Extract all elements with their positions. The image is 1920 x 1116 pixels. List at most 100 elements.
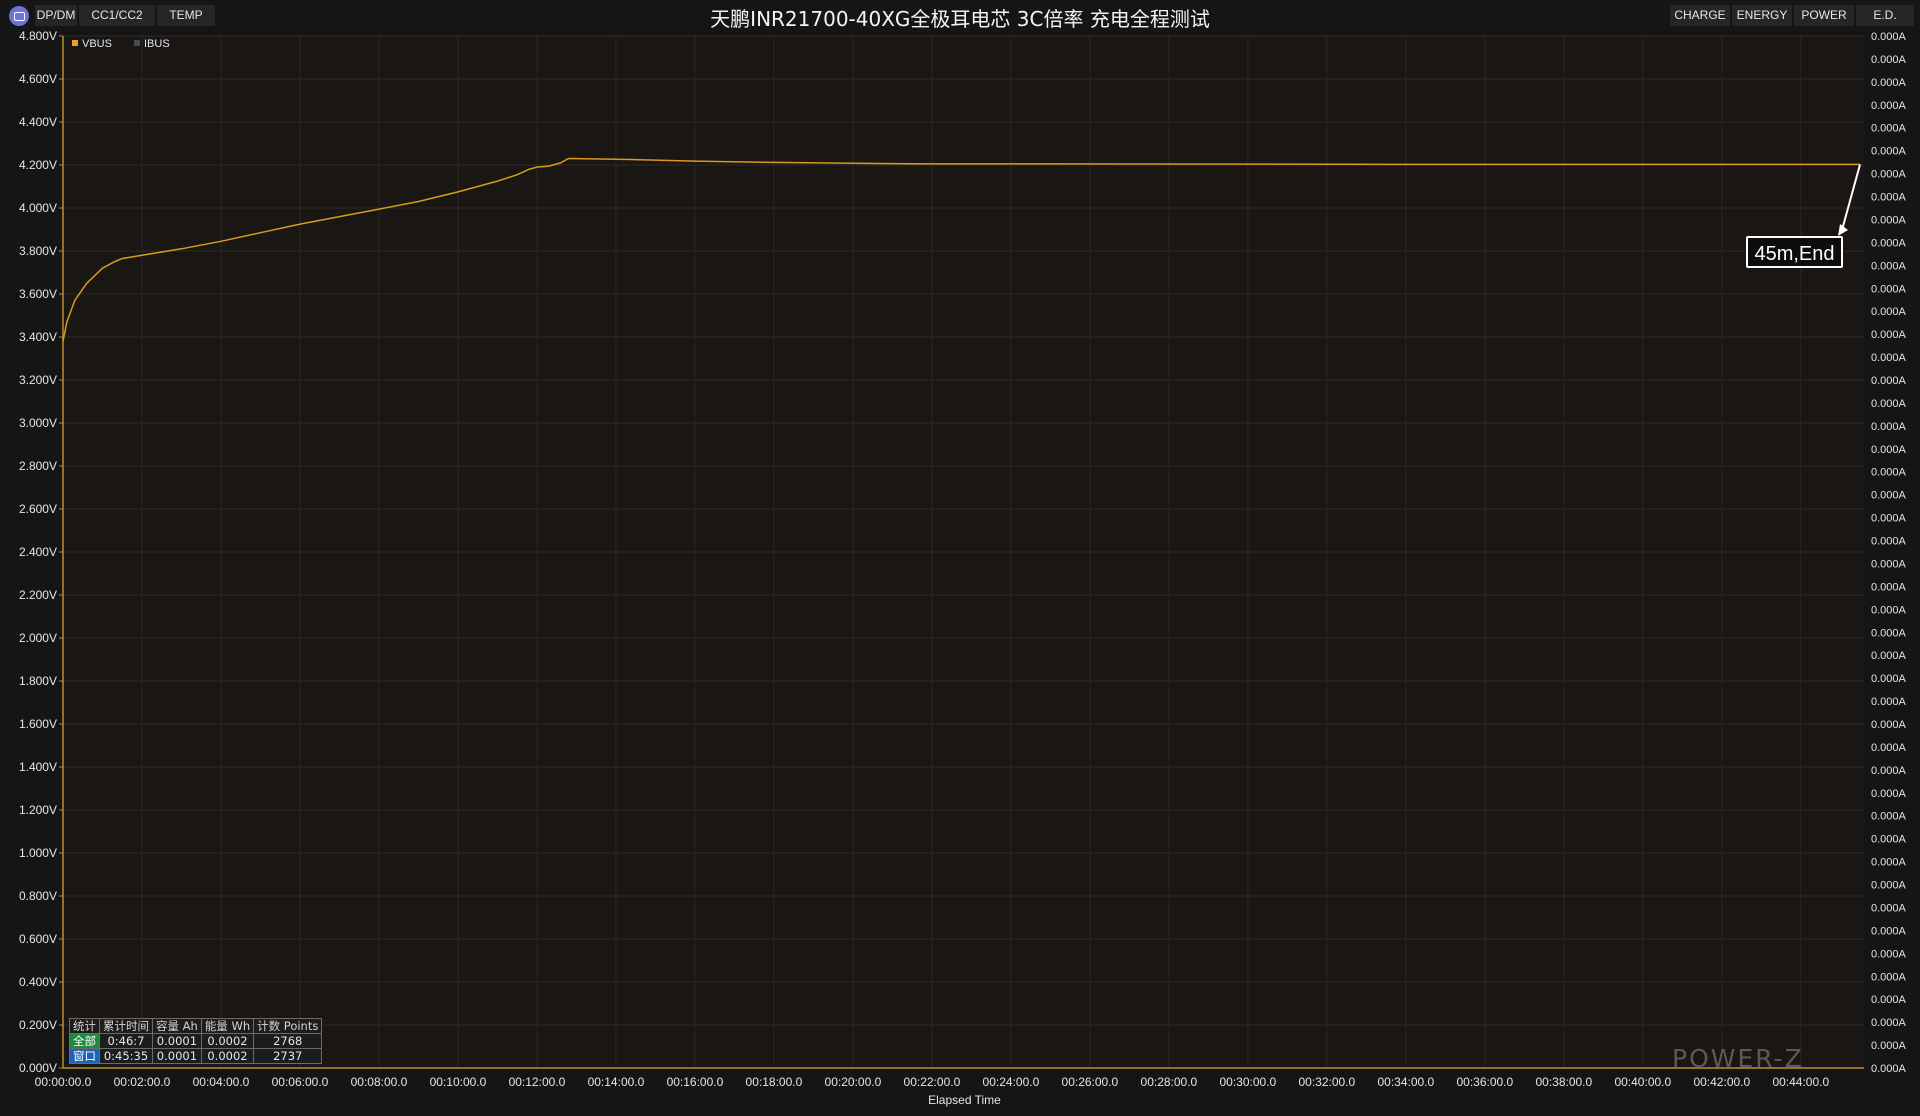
y-right-tick-label: 0.000A <box>1871 925 1907 937</box>
y-right-tick-label: 0.000A <box>1871 765 1907 777</box>
x-tick-label: 00:10:00.0 <box>430 1075 487 1089</box>
y-axis-left: 4.800V 4.600V 4.400V 4.200V 4.000V 3.800V 3.60… <box>19 29 64 1075</box>
x-tick-label: 00:42:00.0 <box>1693 1075 1750 1089</box>
y-right-tick-label: 0.000A <box>1871 788 1907 800</box>
y-right-tick-label: 0.000A <box>1871 100 1907 112</box>
legend-swatch-ibus <box>134 40 140 46</box>
y-right-tick-label: 0.000A <box>1871 558 1907 570</box>
x-tick-label: 00:12:00.0 <box>509 1075 566 1089</box>
y-tick-label: 2.800V <box>19 459 57 473</box>
y-right-tick-label: 0.000A <box>1871 650 1907 662</box>
y-right-tick-label: 0.000A <box>1871 283 1907 295</box>
y-tick-label: 0.400V <box>19 975 57 989</box>
x-tick-label: 00:22:00.0 <box>904 1075 961 1089</box>
y-right-tick-label: 0.000A <box>1871 306 1907 318</box>
y-right-tick-label: 0.000A <box>1871 169 1907 181</box>
stats-row-label: 全部 <box>69 1033 100 1049</box>
x-tick-label: 00:44:00.0 <box>1772 1075 1829 1089</box>
y-right-tick-label: 0.000A <box>1871 719 1907 731</box>
x-tick-label: 00:26:00.0 <box>1062 1075 1119 1089</box>
stats-table: 统计 累计时间 容量 Ah 能量 Wh 计数 Points 全部 0:46:7 … <box>69 1018 323 1064</box>
x-tick-label: 00:04:00.0 <box>193 1075 250 1089</box>
y-tick-label: 0.000V <box>19 1061 57 1075</box>
stats-points: 2737 <box>253 1048 323 1064</box>
y-tick-label: 1.800V <box>19 674 57 688</box>
legend-swatch-vbus <box>72 40 78 46</box>
legend-label-ibus: IBUS <box>144 38 170 50</box>
y-tick-label: 3.400V <box>19 330 57 344</box>
stats-header: 累计时间 <box>99 1018 153 1034</box>
y-right-tick-label: 0.000A <box>1871 237 1907 249</box>
y-tick-label: 4.800V <box>19 29 57 43</box>
stats-header: 容量 Ah <box>152 1018 202 1034</box>
y-right-tick-label: 0.000A <box>1871 696 1907 708</box>
y-tick-label: 1.600V <box>19 717 57 731</box>
stats-time: 0:46:7 <box>99 1033 153 1049</box>
y-tick-label: 3.600V <box>19 287 57 301</box>
x-tick-label: 00:40:00.0 <box>1614 1075 1671 1089</box>
y-right-tick-label: 0.000A <box>1871 880 1907 892</box>
y-tick-label: 2.600V <box>19 502 57 516</box>
y-right-tick-label: 0.000A <box>1871 31 1907 43</box>
stats-row-window: 窗口 0:45:35 0.0001 0.0002 2737 <box>69 1048 323 1064</box>
y-tick-label: 0.600V <box>19 932 57 946</box>
y-tick-label: 3.200V <box>19 373 57 387</box>
y-right-tick-label: 0.000A <box>1871 604 1907 616</box>
y-right-tick-label: 0.000A <box>1871 1063 1907 1075</box>
y-right-tick-label: 0.000A <box>1871 421 1907 433</box>
y-right-tick-label: 0.000A <box>1871 398 1907 410</box>
legend-label-vbus: VBUS <box>82 38 112 50</box>
stats-capacity: 0.0001 <box>152 1048 202 1064</box>
y-right-tick-label: 0.000A <box>1871 77 1907 89</box>
stats-header: 能量 Wh <box>200 1018 255 1034</box>
y-right-tick-label: 0.000A <box>1871 490 1907 502</box>
y-right-tick-label: 0.000A <box>1871 54 1907 66</box>
y-right-tick-label: 0.000A <box>1871 971 1907 983</box>
x-tick-label: 00:34:00.0 <box>1377 1075 1434 1089</box>
y-right-tick-label: 0.000A <box>1871 513 1907 525</box>
y-right-tick-label: 0.000A <box>1871 467 1907 479</box>
voltage-chart[interactable]: 4.800V 4.600V 4.400V 4.200V 4.000V 3.800V 3.60… <box>0 0 1920 1116</box>
y-right-tick-label: 0.000A <box>1871 1040 1907 1052</box>
y-right-tick-label: 0.000A <box>1871 329 1907 341</box>
y-right-tick-label: 0.000A <box>1871 857 1907 869</box>
stats-header: 统计 <box>69 1018 100 1034</box>
y-right-tick-label: 0.000A <box>1871 994 1907 1006</box>
stats-header-row: 统计 累计时间 容量 Ah 能量 Wh 计数 Points <box>69 1018 323 1034</box>
y-right-tick-label: 0.000A <box>1871 581 1907 593</box>
y-tick-label: 0.200V <box>19 1018 57 1032</box>
end-annotation: 45m,End <box>1746 236 1843 268</box>
x-tick-label: 00:28:00.0 <box>1141 1075 1198 1089</box>
x-tick-label: 00:18:00.0 <box>746 1075 803 1089</box>
y-tick-label: 4.600V <box>19 72 57 86</box>
y-right-tick-label: 0.000A <box>1871 214 1907 226</box>
y-right-tick-label: 0.000A <box>1871 834 1907 846</box>
power-z-watermark: POWER-Z <box>1672 1044 1804 1073</box>
stats-time: 0:45:35 <box>99 1048 153 1064</box>
x-axis-label: Elapsed Time <box>928 1093 1001 1107</box>
x-tick-label: 00:36:00.0 <box>1456 1075 1513 1089</box>
x-axis: 00:00:00.0 00:02:00.0 00:04:00.0 00:06:00.0… <box>35 1067 1864 1089</box>
y-right-tick-label: 0.000A <box>1871 444 1907 456</box>
stats-header: 计数 Points <box>253 1018 323 1034</box>
stats-row-all: 全部 0:46:7 0.0001 0.0002 2768 <box>69 1033 323 1049</box>
y-tick-label: 2.000V <box>19 631 57 645</box>
y-right-tick-label: 0.000A <box>1871 902 1907 914</box>
y-right-tick-label: 0.000A <box>1871 123 1907 135</box>
y-right-tick-label: 0.000A <box>1871 260 1907 272</box>
y-right-tick-label: 0.000A <box>1871 742 1907 754</box>
x-tick-label: 00:00:00.0 <box>35 1075 92 1089</box>
y-right-tick-label: 0.000A <box>1871 811 1907 823</box>
y-tick-label: 4.000V <box>19 201 57 215</box>
y-tick-label: 2.200V <box>19 588 57 602</box>
y-right-tick-label: 0.000A <box>1871 352 1907 364</box>
x-tick-label: 00:24:00.0 <box>983 1075 1040 1089</box>
y-tick-label: 1.000V <box>19 846 57 860</box>
y-tick-label: 1.400V <box>19 760 57 774</box>
x-tick-label: 00:14:00.0 <box>588 1075 645 1089</box>
x-tick-label: 00:20:00.0 <box>825 1075 882 1089</box>
y-axis-right: 0.000A 0.000A 0.000A 0.000A 0.000A 0.000A 0.00… <box>1871 31 1907 1075</box>
y-tick-label: 0.800V <box>19 889 57 903</box>
stats-row-label: 窗口 <box>69 1048 100 1064</box>
y-right-tick-label: 0.000A <box>1871 627 1907 639</box>
